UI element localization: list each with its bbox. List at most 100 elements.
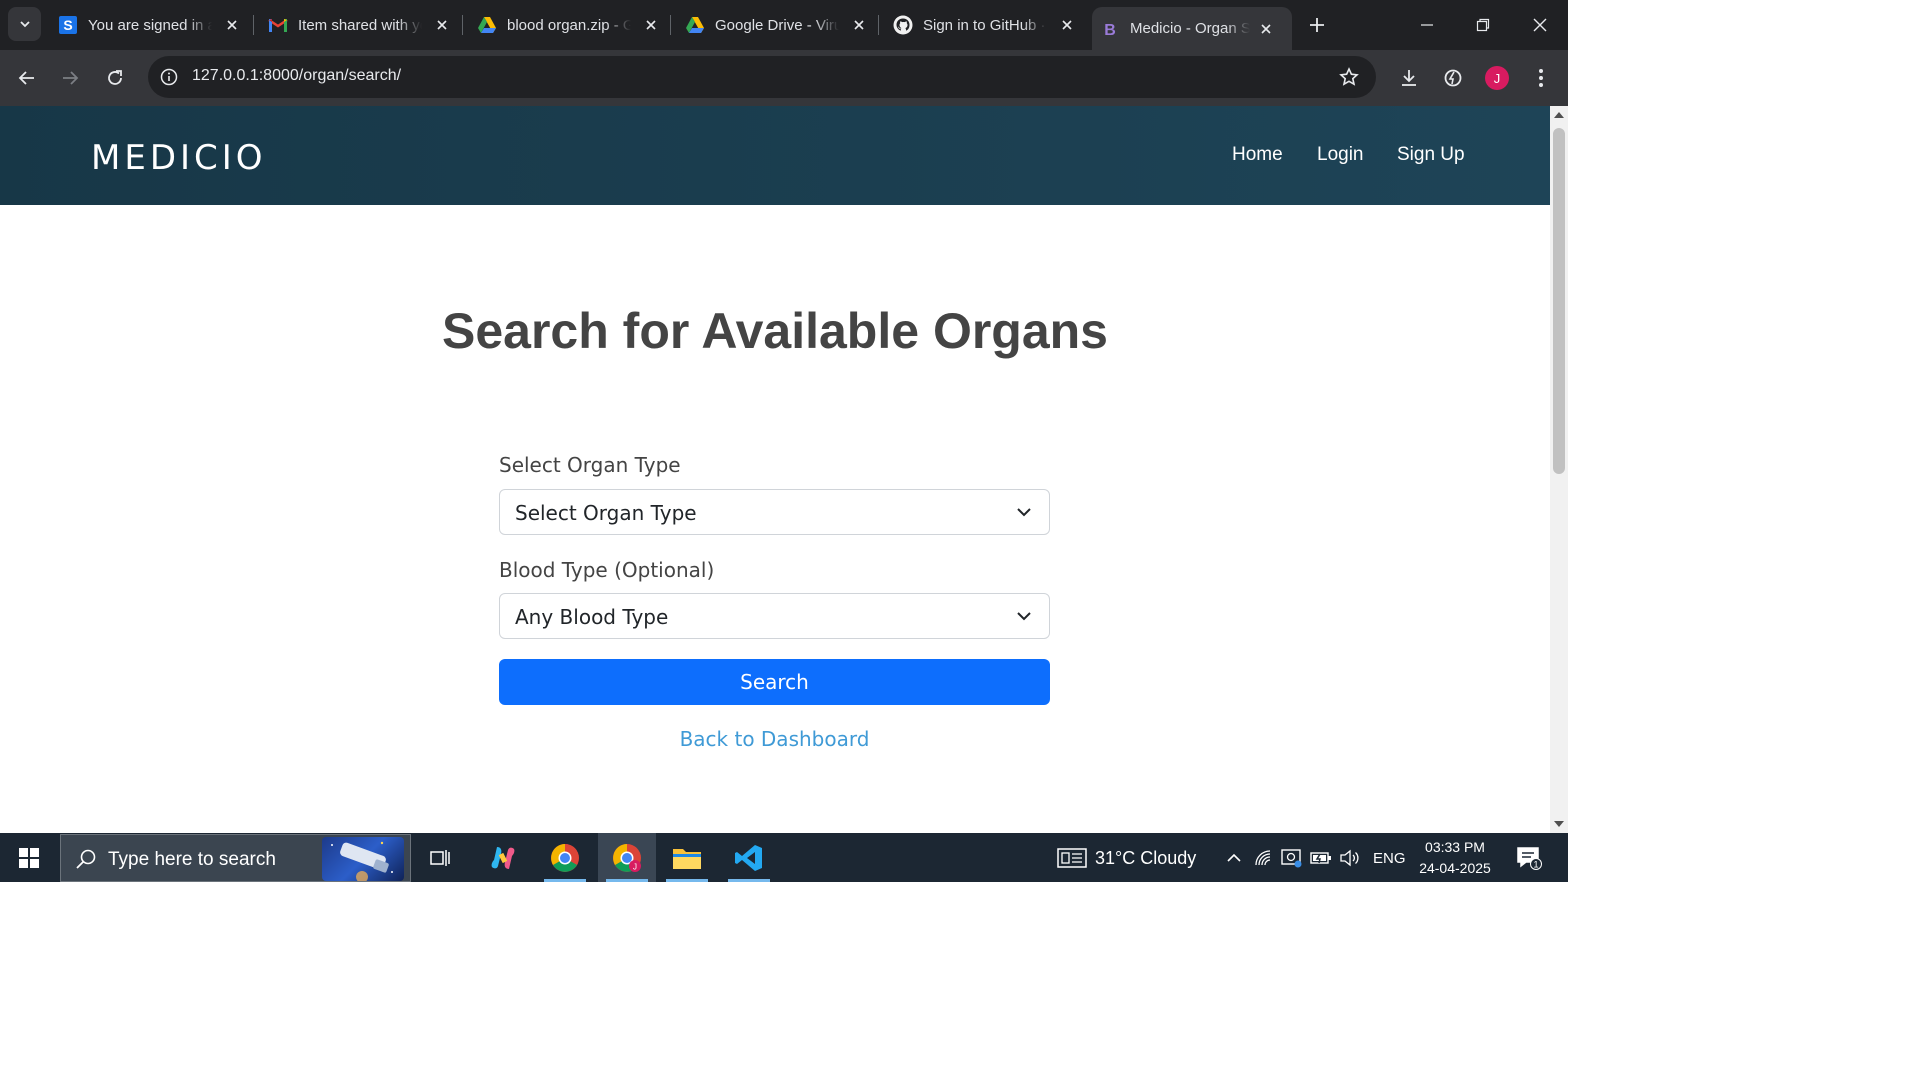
scrollbar-thumb[interactable] [1553,128,1565,474]
task-view-button[interactable] [411,833,469,882]
performance-button[interactable] [1438,63,1468,93]
clock-date: 24-04-2025 [1419,860,1491,876]
volume-icon[interactable] [1339,847,1361,869]
file-explorer-taskbar-icon[interactable] [658,833,716,882]
tab-separator [253,15,254,35]
arrow-left-icon [18,71,34,85]
close-icon[interactable] [851,17,867,33]
tab-title: Google Drive - Virus scan warning [715,16,839,34]
search-highlight-illustration [322,837,404,881]
battery-charging-icon[interactable] [1310,847,1332,869]
downloads-button[interactable] [1394,63,1424,93]
chevron-up-icon[interactable] [1223,847,1245,869]
vscode-taskbar-icon[interactable] [720,833,778,882]
news-widget-icon[interactable] [1057,847,1087,869]
organ-type-label: Select Organ Type [499,453,681,477]
chevron-down-icon [1017,508,1031,517]
forward-button[interactable] [55,63,85,93]
reload-icon [108,70,122,85]
chrome-icon [551,843,579,872]
close-icon[interactable] [1258,21,1274,37]
weather-text[interactable]: 31°C Cloudy [1095,848,1196,869]
plus-icon [1310,18,1324,32]
back-button[interactable] [12,63,42,93]
blood-type-label: Blood Type (Optional) [499,558,715,582]
url-path: :8000/organ/search/ [258,67,402,84]
organ-type-select[interactable]: Select Organ Type [499,489,1050,535]
taskbar-search-box[interactable]: Type here to search [60,834,411,882]
url-host: 127.0.0.1 [192,67,259,84]
language-indicator[interactable]: ENG [1373,850,1406,867]
reload-button[interactable] [100,63,130,93]
github-icon [893,15,913,35]
site-header: MEDICIO Home Login Sign Up [0,106,1550,205]
chrome-taskbar-icon[interactable] [536,833,594,882]
tab-separator [670,15,671,35]
chevron-down-icon [1017,612,1031,621]
back-to-dashboard-link[interactable]: Back to Dashboard [499,727,1050,751]
address-bar[interactable]: 127.0.0.1:8000/organ/search/ [148,56,1376,98]
site-logo[interactable]: MEDICIO [91,138,267,178]
search-button[interactable]: Search [499,659,1050,705]
tab-github[interactable]: Sign in to GitHub · GitHub [891,0,1075,50]
tab-gmail[interactable]: Item shared with you [266,0,450,50]
speedometer-icon [1444,69,1462,87]
tab-medicio-active[interactable]: B Medicio - Organ Search [1092,7,1292,50]
close-icon[interactable] [1059,17,1075,33]
task-view-icon [430,849,450,866]
close-icon[interactable] [434,17,450,33]
page-viewport: MEDICIO Home Login Sign Up Search for Av… [0,106,1550,833]
browser-toolbar: 127.0.0.1:8000/organ/search/ J [0,50,1568,106]
browser-tab-strip: S You are signed in as Item shared with … [0,0,1568,50]
close-window-button[interactable] [1512,0,1568,50]
minimize-button[interactable] [1399,0,1455,50]
vscode-icon [735,844,762,871]
menu-button[interactable] [1526,63,1556,93]
tab-signed-in[interactable]: S You are signed in as [56,0,240,50]
svg-text:B: B [1104,22,1116,38]
profile-avatar[interactable]: J [1485,66,1509,90]
close-icon [1533,18,1547,32]
folder-icon [673,848,701,869]
start-button[interactable] [0,833,58,882]
scroll-up-icon[interactable] [1554,112,1564,118]
google-drive-icon [477,15,497,35]
wifi-icon[interactable] [1253,847,1275,869]
arrow-right-icon [63,71,79,85]
notification-center-icon[interactable]: 1 [1515,847,1543,870]
tab-title: blood organ.zip - Google Drive [507,16,631,34]
search-icon [76,849,96,869]
new-tab-button[interactable] [1305,13,1329,37]
chevron-down-icon [19,21,30,28]
svg-text:J: J [633,862,637,871]
tab-title: Sign in to GitHub · GitHub [923,16,1047,34]
blood-type-select[interactable]: Any Blood Type [499,593,1050,639]
blood-type-value: Any Blood Type [515,605,669,629]
tab-separator [462,15,463,35]
tab-drive-zip[interactable]: blood organ.zip - Google Drive [475,0,659,50]
tab-drive-virus[interactable]: Google Drive - Virus scan warning [683,0,867,50]
nav-signup[interactable]: Sign Up [1397,144,1465,166]
url-text: 127.0.0.1:8000/organ/search/ [192,67,401,85]
windows-taskbar: Type here to search J 31°C Cloudy ENG 03… [0,833,1568,882]
copilot-button[interactable] [474,833,532,882]
tab-title: You are signed in as [88,16,212,34]
kebab-menu-icon [1539,69,1543,87]
page-scrollbar[interactable] [1550,106,1568,833]
close-icon[interactable] [224,17,240,33]
scroll-down-icon[interactable] [1554,821,1564,827]
s-logo-icon: S [58,15,78,35]
network-monitor-icon[interactable] [1281,847,1303,869]
nav-home[interactable]: Home [1232,144,1283,166]
tab-search-button[interactable] [8,7,41,41]
taskbar-clock[interactable]: 03:33 PM 24-04-2025 [1410,837,1500,879]
chrome-profile-taskbar-icon[interactable]: J [598,833,656,882]
taskbar-search-placeholder: Type here to search [108,849,276,870]
bootstrap-b-icon: B [1100,19,1120,39]
bookmark-star-icon[interactable] [1338,66,1360,88]
svg-text:S: S [63,17,72,33]
site-info-icon[interactable] [158,66,180,88]
close-icon[interactable] [643,17,659,33]
nav-login[interactable]: Login [1317,144,1364,166]
restore-button[interactable] [1455,0,1511,50]
